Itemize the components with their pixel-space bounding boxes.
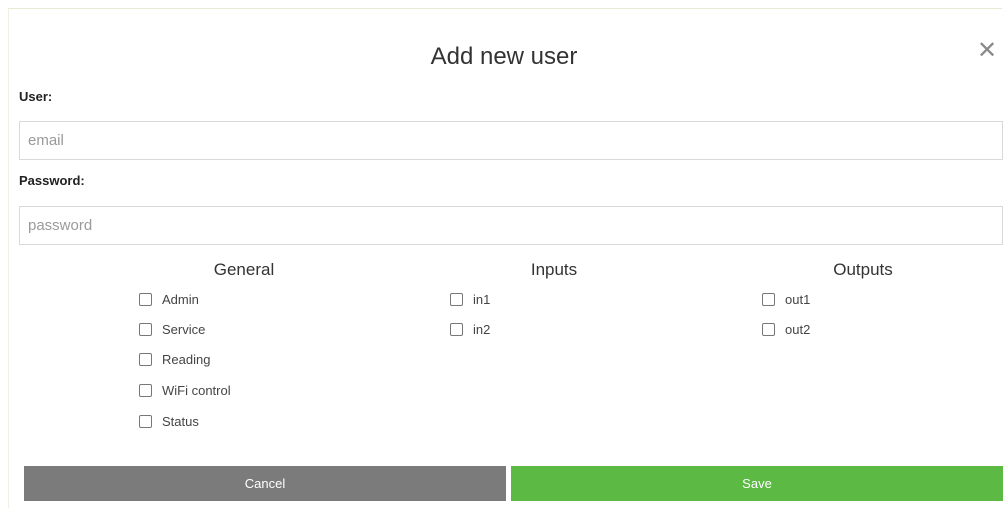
- checkbox-square[interactable]: [762, 322, 775, 336]
- checkbox-square[interactable]: [139, 292, 152, 306]
- checkbox-square[interactable]: [139, 414, 152, 428]
- checkbox-out1[interactable]: out1: [762, 291, 810, 307]
- checkbox-label: out2: [785, 321, 811, 337]
- checkbox-square[interactable]: [139, 383, 152, 397]
- checkbox-label: in1: [473, 291, 491, 307]
- general-group-title: General: [213, 260, 275, 279]
- password-label: Password:: [19, 173, 85, 188]
- add-user-dialog: Add new user ✕ User: Password: General A…: [8, 8, 1003, 508]
- checkbox-status[interactable]: Status: [139, 413, 199, 429]
- checkbox-admin[interactable]: Admin: [139, 291, 199, 307]
- checkbox-in1[interactable]: in1: [450, 291, 490, 307]
- checkbox-label: Service: [162, 321, 206, 337]
- cancel-button[interactable]: Cancel: [24, 466, 506, 501]
- checkbox-service[interactable]: Service: [139, 321, 205, 337]
- user-label: User:: [19, 89, 53, 104]
- checkbox-label: Reading: [162, 351, 211, 367]
- checkbox-square[interactable]: [762, 292, 775, 306]
- checkbox-label: out1: [785, 291, 811, 307]
- checkbox-label: Status: [162, 413, 199, 429]
- password-input[interactable]: [19, 206, 1003, 245]
- checkbox-in2[interactable]: in2: [450, 321, 490, 337]
- checkbox-square[interactable]: [450, 292, 463, 306]
- checkbox-label: in2: [473, 321, 491, 337]
- checkbox-label: Admin: [162, 291, 199, 307]
- outputs-group-title: Outputs: [833, 260, 893, 279]
- checkbox-wifi-control[interactable]: WiFi control: [139, 382, 231, 398]
- save-button[interactable]: Save: [511, 466, 1003, 501]
- dialog-title: Add new user: [430, 43, 578, 70]
- email-input[interactable]: [19, 121, 1003, 160]
- checkbox-square[interactable]: [139, 352, 152, 366]
- checkbox-reading[interactable]: Reading: [139, 351, 210, 367]
- close-icon[interactable]: ✕: [975, 39, 999, 63]
- inputs-group-title: Inputs: [530, 260, 578, 279]
- checkbox-label: WiFi control: [162, 382, 231, 398]
- checkbox-square[interactable]: [139, 322, 152, 336]
- checkbox-square[interactable]: [450, 322, 463, 336]
- checkbox-out2[interactable]: out2: [762, 321, 810, 337]
